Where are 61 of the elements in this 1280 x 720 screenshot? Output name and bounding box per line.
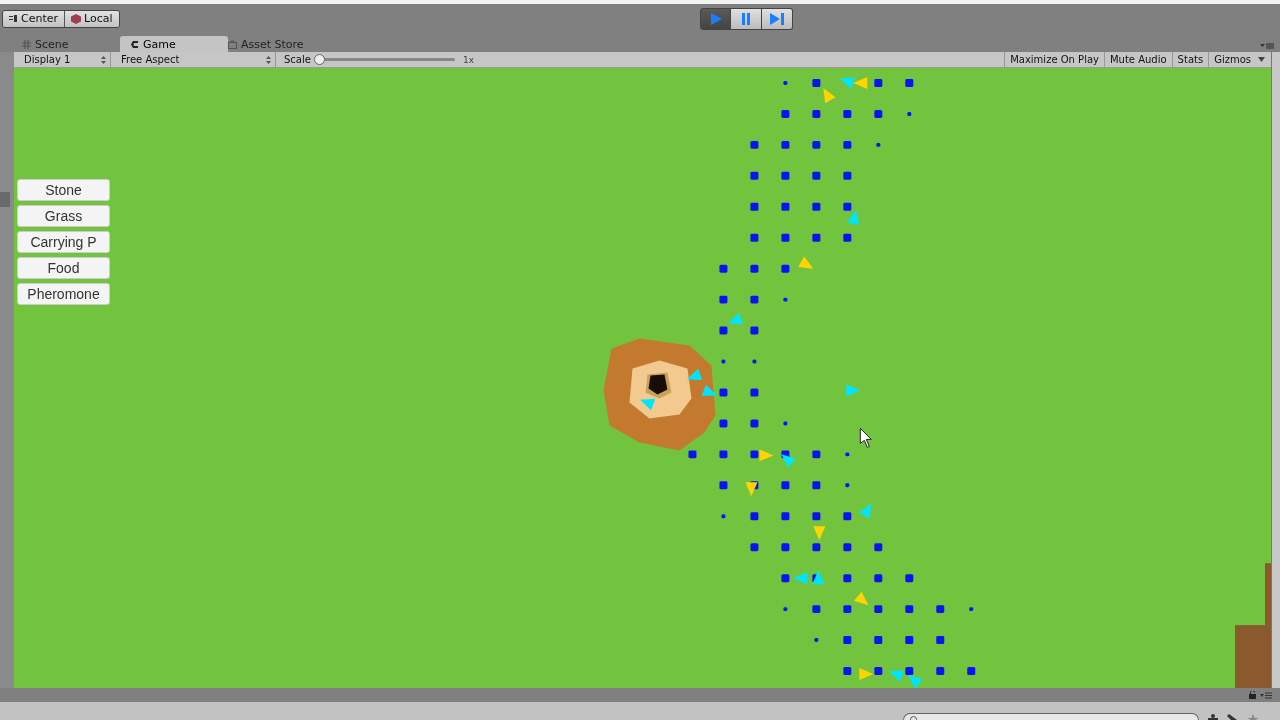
- pivot-icon: [9, 15, 18, 22]
- ant-marker: [701, 384, 717, 397]
- panel-menu-icon[interactable]: [1260, 42, 1274, 50]
- editor-tab[interactable]: Asset Store: [228, 36, 326, 52]
- game-menu-button[interactable]: Carrying P: [17, 231, 110, 253]
- game-menu-button[interactable]: Pheromone: [17, 283, 110, 305]
- search-icon: [910, 716, 917, 720]
- mouse-cursor-icon: [859, 427, 872, 448]
- ant-marker: [839, 77, 856, 89]
- game-menu-button[interactable]: Grass: [17, 205, 110, 227]
- panel-scroll-thumb[interactable]: [0, 192, 10, 207]
- panel-menu-icon[interactable]: [1260, 691, 1272, 699]
- ant-marker: [793, 572, 808, 585]
- pause-icon: [740, 12, 752, 26]
- lock-icon[interactable]: [1249, 691, 1256, 699]
- aspect-dropdown[interactable]: Free Aspect: [111, 52, 276, 67]
- star-icon[interactable]: [1247, 714, 1259, 720]
- search-field[interactable]: [903, 713, 1199, 720]
- ant-marker: [727, 312, 744, 325]
- editor-tab[interactable]: Game: [120, 36, 228, 52]
- controller-icon: [130, 39, 139, 49]
- cube-icon: [71, 13, 82, 24]
- ant-marker: [745, 482, 758, 497]
- bag-icon: [228, 39, 237, 49]
- ant-marker: [853, 77, 868, 89]
- ant-marker: [823, 88, 836, 104]
- pause-button[interactable]: [731, 8, 762, 30]
- step-button[interactable]: [762, 8, 793, 30]
- play-icon: [708, 12, 723, 26]
- scale-label: Scale: [284, 54, 311, 65]
- panel-scrollbar[interactable]: [1271, 52, 1280, 688]
- ant-marker: [859, 503, 872, 519]
- ant-marker: [686, 368, 703, 381]
- ant-marker: [847, 209, 860, 225]
- ant-marker: [812, 570, 825, 585]
- ant-marker: [798, 256, 814, 269]
- tag-icon[interactable]: [1227, 714, 1239, 720]
- ant-marker: [888, 670, 904, 682]
- ant-marker: [813, 526, 826, 541]
- pivot-toggle-button[interactable]: Local: [65, 10, 119, 27]
- stepper-arrows-icon: [101, 55, 106, 64]
- game-menu-button[interactable]: Stone: [17, 179, 110, 201]
- pivot-toggle-button[interactable]: Center: [3, 10, 66, 27]
- ant-marker: [781, 454, 796, 468]
- scale-value: 1x: [462, 54, 474, 65]
- display-dropdown[interactable]: Display 1: [14, 52, 111, 67]
- scale-slider[interactable]: [314, 54, 455, 65]
- slider-thumb[interactable]: [313, 54, 325, 65]
- step-icon: [769, 12, 785, 26]
- ant-marker: [640, 398, 656, 411]
- editor-tab[interactable]: Scene: [22, 36, 120, 52]
- dropdown-caret-icon[interactable]: [1258, 57, 1265, 62]
- grid-icon: [22, 39, 31, 49]
- ant-marker: [853, 591, 869, 606]
- ant-marker: [759, 449, 774, 462]
- ant-marker: [846, 384, 861, 397]
- ant-marker: [908, 674, 923, 688]
- ant-marker: [859, 668, 874, 680]
- shapes-icon[interactable]: [1207, 714, 1219, 720]
- game-menu-button[interactable]: Food: [17, 257, 110, 279]
- stepper-arrows-icon: [266, 55, 271, 64]
